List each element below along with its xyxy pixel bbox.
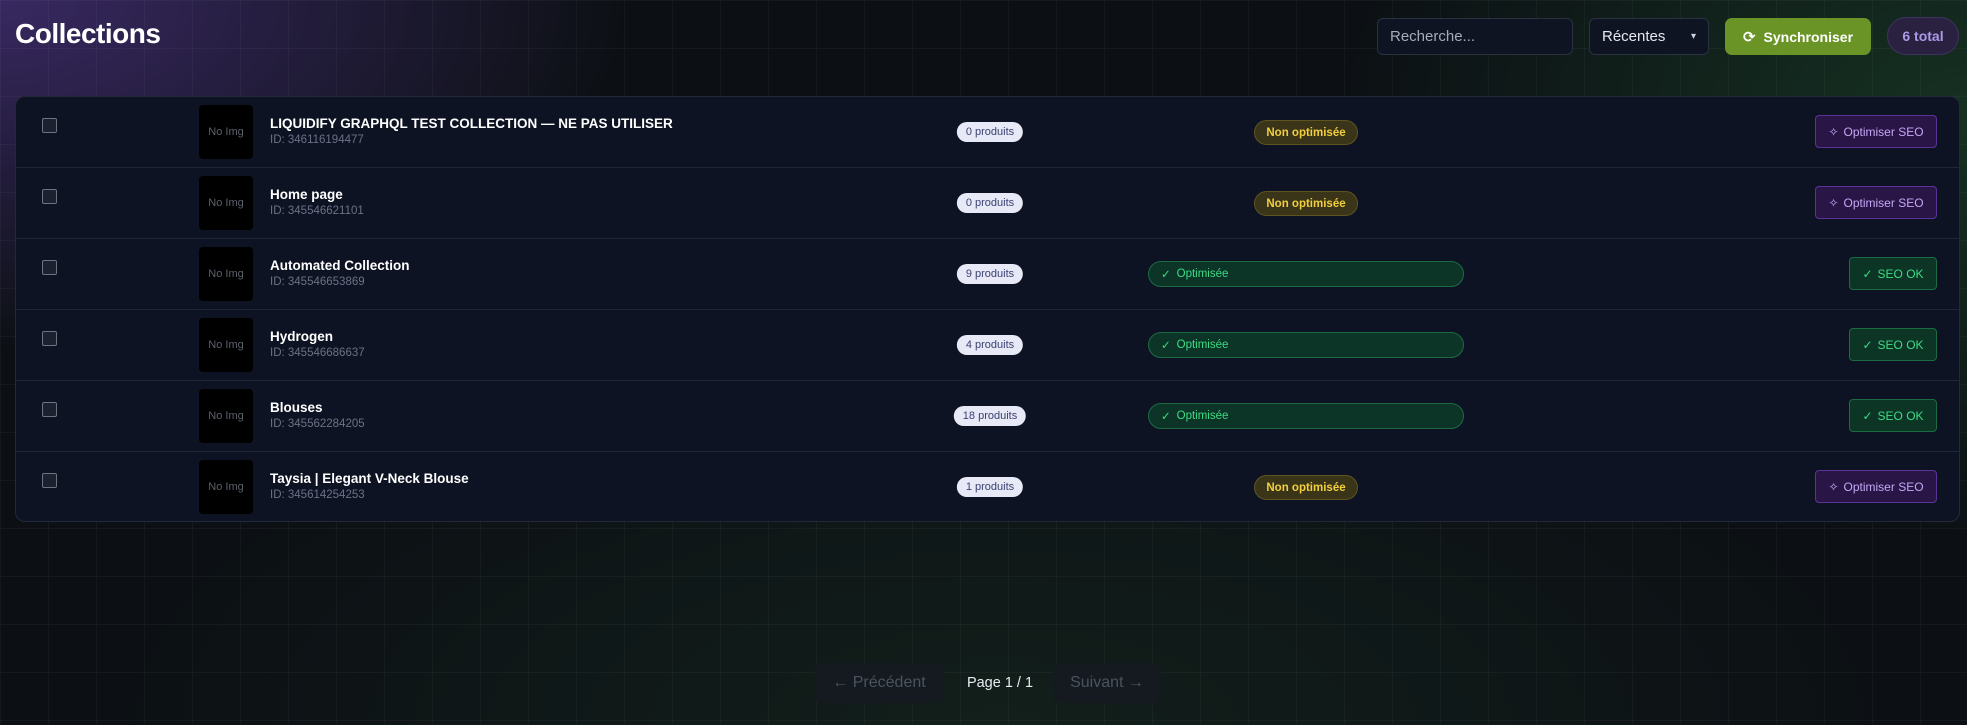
seo-ok-label: SEO OK bbox=[1877, 408, 1924, 423]
table-row[interactable]: No Img Hydrogen ID: 345546686637 4 produ… bbox=[16, 310, 1959, 381]
check-icon: ✓ bbox=[1862, 337, 1873, 352]
collection-name: Automated Collection bbox=[270, 258, 410, 273]
collections-table: No Img LIQUIDIFY GRAPHQL TEST COLLECTION… bbox=[15, 96, 1960, 522]
row-checkbox[interactable] bbox=[42, 402, 57, 417]
status-badge-not-optimized: Non optimisée bbox=[1254, 191, 1358, 216]
header: Collections Récentes ▾ ⟳ Synchroniser 6 … bbox=[0, 0, 1967, 72]
chevron-down-icon: ▾ bbox=[1690, 31, 1696, 42]
collection-name: Hydrogen bbox=[270, 329, 334, 344]
search-input[interactable] bbox=[1377, 18, 1573, 55]
row-checkbox[interactable] bbox=[42, 331, 57, 346]
check-icon: ✓ bbox=[1161, 411, 1171, 423]
row-checkbox[interactable] bbox=[42, 118, 57, 133]
collection-id: ID: 345546621101 bbox=[270, 205, 364, 217]
status-label: Optimisée bbox=[1176, 268, 1229, 280]
status-label: Optimisée bbox=[1176, 339, 1229, 351]
table-row[interactable]: No Img LIQUIDIFY GRAPHQL TEST COLLECTION… bbox=[16, 97, 1959, 168]
optimize-seo-label: Optimiser SEO bbox=[1843, 479, 1924, 494]
row-checkbox[interactable] bbox=[42, 189, 57, 204]
optimize-seo-label: Optimiser SEO bbox=[1843, 124, 1924, 139]
status-badge-optimized: ✓ Optimisée bbox=[1148, 403, 1464, 429]
collection-name: Blouses bbox=[270, 400, 323, 415]
check-icon: ✓ bbox=[1161, 269, 1171, 281]
collection-id: ID: 345546686637 bbox=[270, 347, 365, 359]
table-row[interactable]: No Img Home page ID: 345546621101 0 prod… bbox=[16, 168, 1959, 239]
collection-name: Home page bbox=[270, 187, 343, 202]
collection-name: Taysia | Elegant V-Neck Blouse bbox=[270, 471, 469, 486]
collection-thumbnail: No Img bbox=[199, 460, 253, 514]
seo-ok-button[interactable]: ✓ SEO OK bbox=[1849, 399, 1937, 432]
collection-thumbnail: No Img bbox=[199, 318, 253, 372]
seo-ok-button[interactable]: ✓ SEO OK bbox=[1849, 328, 1937, 361]
seo-ok-label: SEO OK bbox=[1877, 337, 1924, 352]
table-row[interactable]: No Img Automated Collection ID: 34554665… bbox=[16, 239, 1959, 310]
collection-id: ID: 346116194477 bbox=[270, 134, 364, 146]
collection-thumbnail: No Img bbox=[199, 176, 253, 230]
table-row[interactable]: No Img Taysia | Elegant V-Neck Blouse ID… bbox=[16, 452, 1959, 521]
product-count-badge: 9 produits bbox=[956, 264, 1024, 284]
check-icon: ✓ bbox=[1862, 266, 1873, 281]
page-indicator: Page 1 / 1 bbox=[966, 675, 1034, 691]
sparkle-icon: ✧ bbox=[1828, 479, 1839, 494]
status-label: Optimisée bbox=[1176, 410, 1229, 422]
status-badge-optimized: ✓ Optimisée bbox=[1148, 332, 1464, 358]
sort-select[interactable]: Récentes ▾ bbox=[1589, 18, 1709, 55]
row-checkbox[interactable] bbox=[42, 473, 57, 488]
previous-page-button[interactable]: ← Précédent bbox=[815, 663, 943, 703]
product-count-badge: 0 produits bbox=[956, 193, 1024, 213]
optimize-seo-label: Optimiser SEO bbox=[1843, 195, 1924, 210]
seo-ok-button[interactable]: ✓ SEO OK bbox=[1849, 257, 1937, 290]
sync-button-label: Synchroniser bbox=[1763, 28, 1854, 45]
check-icon: ✓ bbox=[1161, 340, 1171, 352]
collection-id: ID: 345546653869 bbox=[270, 276, 365, 288]
seo-ok-label: SEO OK bbox=[1877, 266, 1924, 281]
product-count-badge: 1 produits bbox=[956, 477, 1024, 497]
sort-select-value: Récentes bbox=[1602, 28, 1666, 45]
collection-name: LIQUIDIFY GRAPHQL TEST COLLECTION — NE P… bbox=[270, 116, 673, 131]
sync-button[interactable]: ⟳ Synchroniser bbox=[1725, 18, 1871, 55]
status-badge-not-optimized: Non optimisée bbox=[1254, 475, 1358, 500]
row-checkbox[interactable] bbox=[42, 260, 57, 275]
optimize-seo-button[interactable]: ✧ Optimiser SEO bbox=[1815, 186, 1937, 219]
collection-thumbnail: No Img bbox=[199, 389, 253, 443]
product-count-badge: 4 produits bbox=[956, 335, 1024, 355]
sparkle-icon: ✧ bbox=[1828, 124, 1839, 139]
optimize-seo-button[interactable]: ✧ Optimiser SEO bbox=[1815, 470, 1937, 503]
refresh-icon: ⟳ bbox=[1742, 28, 1756, 46]
status-badge-optimized: ✓ Optimisée bbox=[1148, 261, 1464, 287]
collection-thumbnail: No Img bbox=[199, 247, 253, 301]
collection-thumbnail: No Img bbox=[199, 105, 253, 159]
product-count-badge: 18 produits bbox=[953, 406, 1027, 426]
collection-id: ID: 345562284205 bbox=[270, 418, 365, 430]
table-row[interactable]: No Img Blouses ID: 345562284205 18 produ… bbox=[16, 381, 1959, 452]
total-count-badge: 6 total bbox=[1887, 17, 1959, 55]
optimize-seo-button[interactable]: ✧ Optimiser SEO bbox=[1815, 115, 1937, 148]
sparkle-icon: ✧ bbox=[1828, 195, 1839, 210]
check-icon: ✓ bbox=[1862, 408, 1873, 423]
page-title: Collections bbox=[15, 18, 161, 49]
next-page-button[interactable]: Suivant → bbox=[1053, 663, 1161, 703]
collection-id: ID: 345614254253 bbox=[270, 489, 365, 501]
product-count-badge: 0 produits bbox=[956, 122, 1024, 142]
status-badge-not-optimized: Non optimisée bbox=[1254, 120, 1358, 145]
